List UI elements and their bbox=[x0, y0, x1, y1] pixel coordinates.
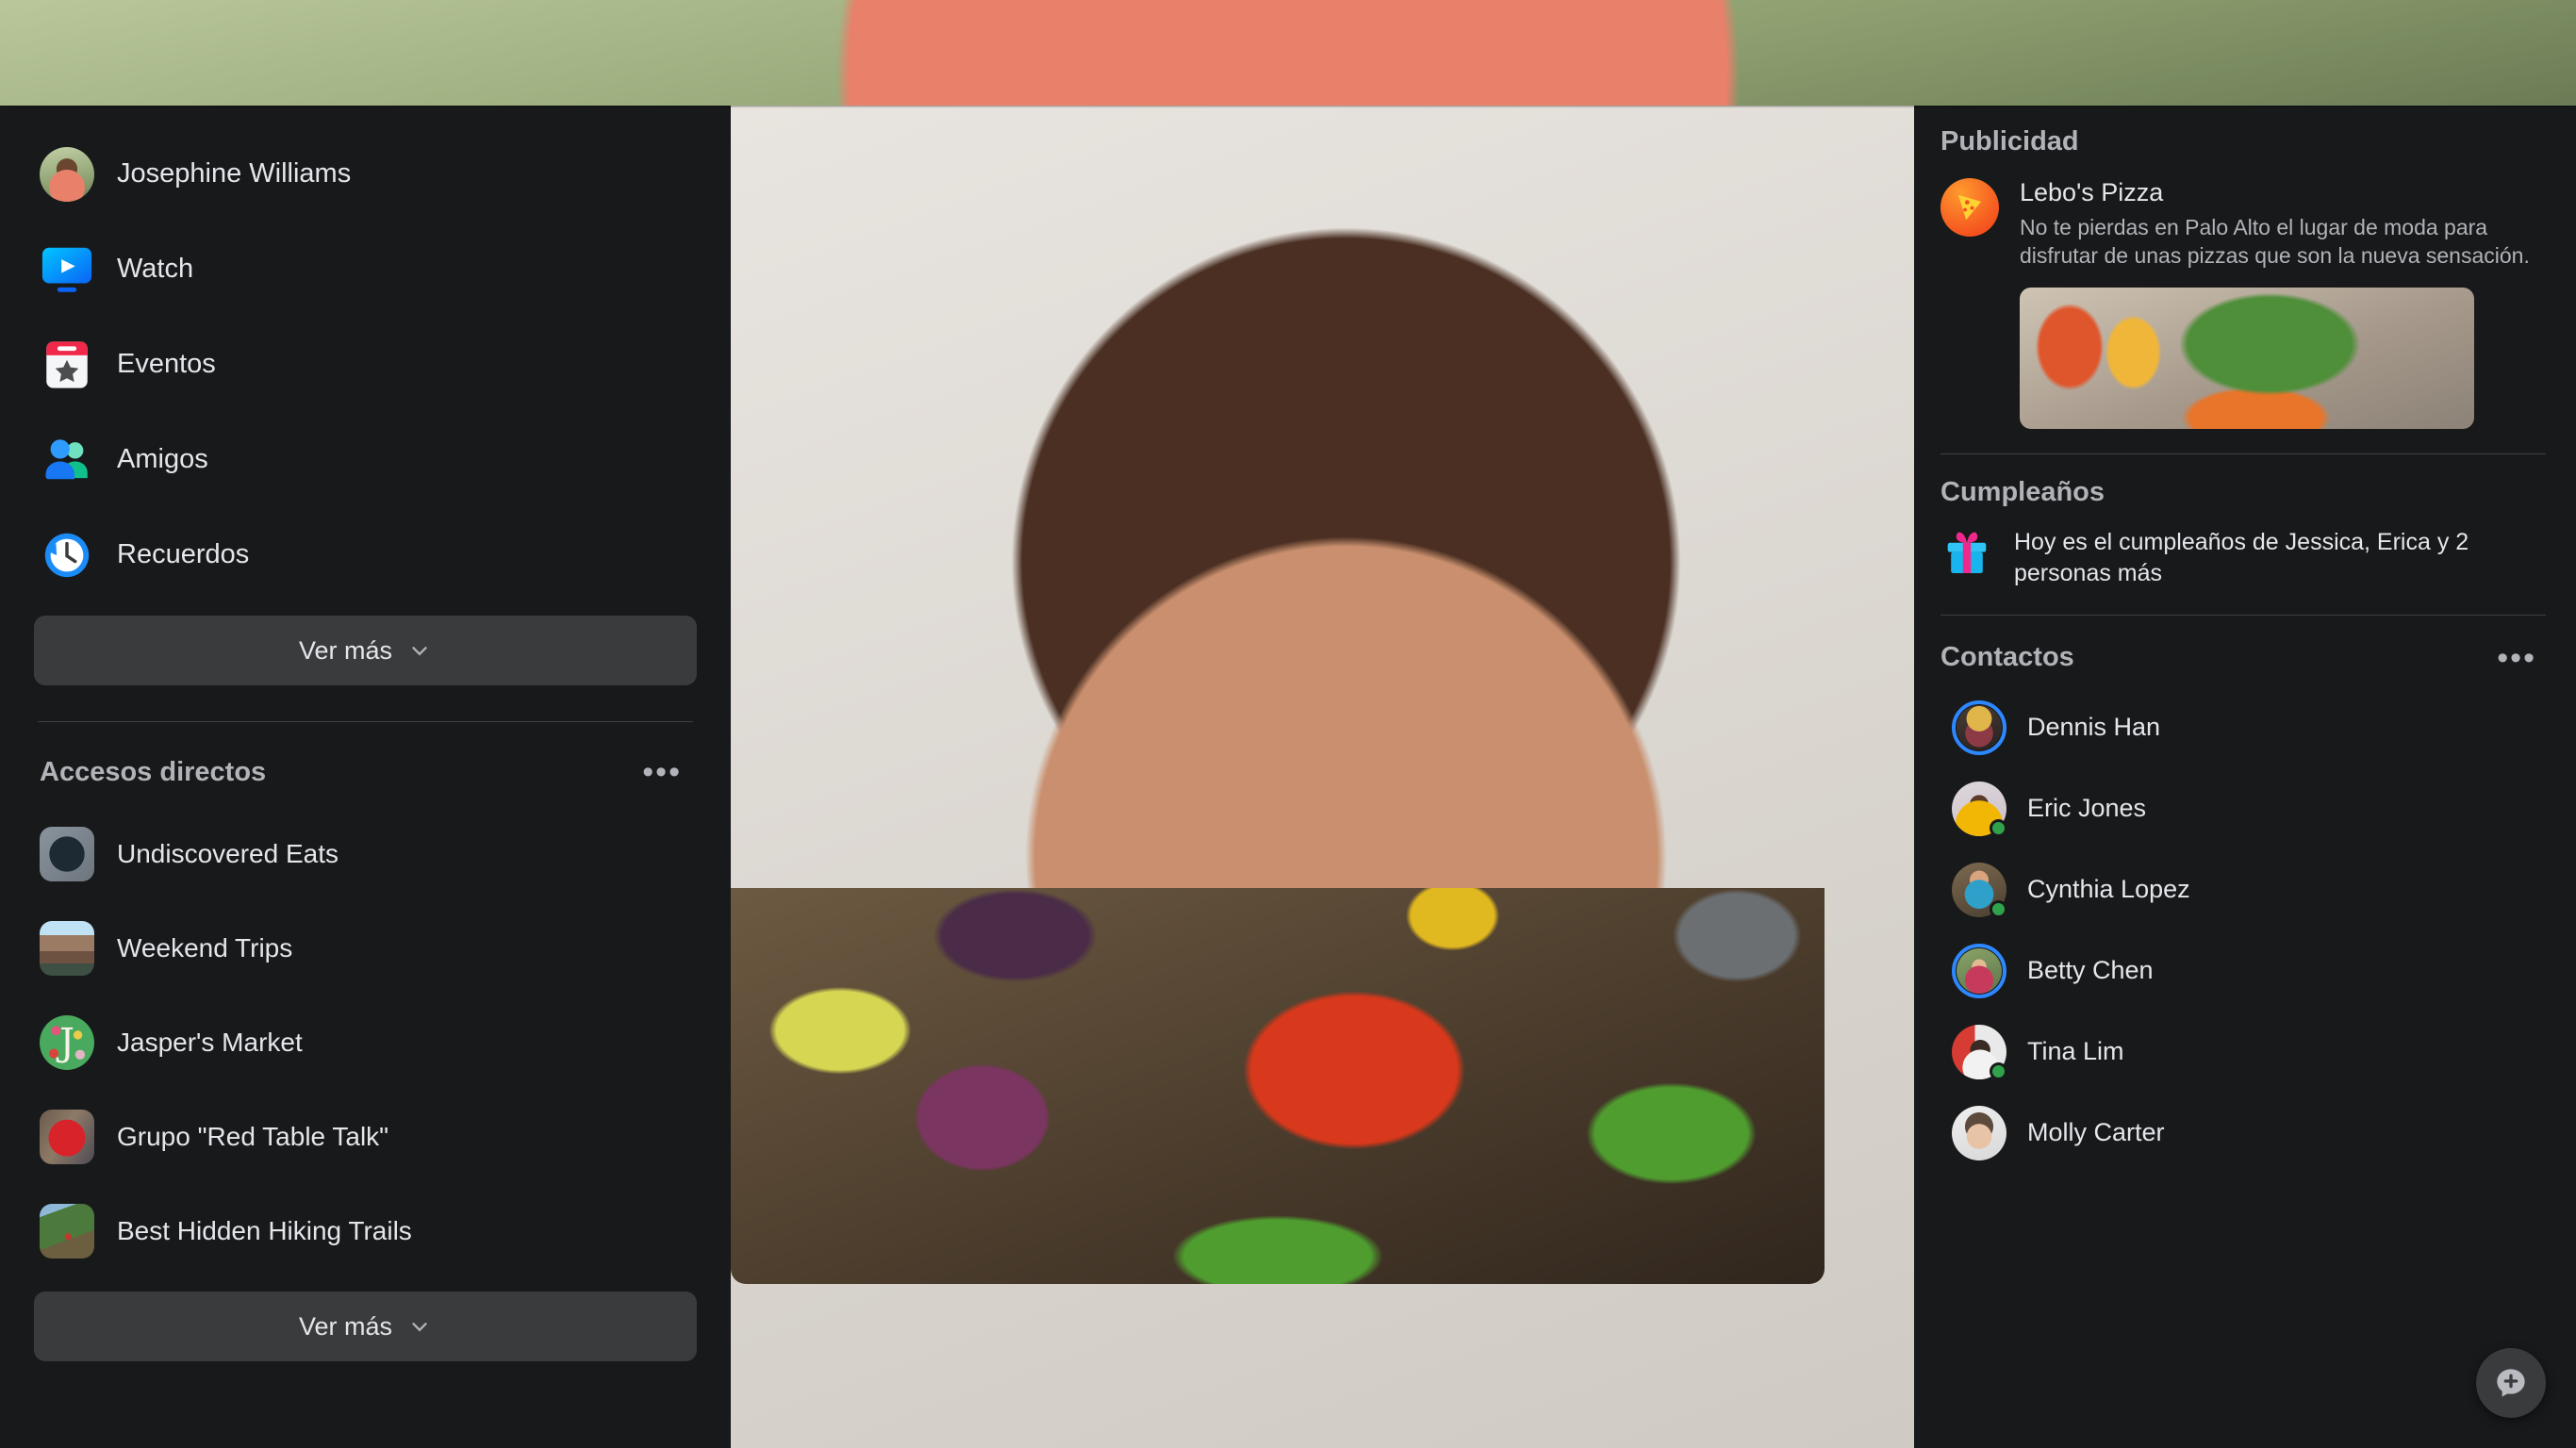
shortcut-item[interactable]: J Jasper's Market bbox=[26, 996, 704, 1090]
pizza-slice-icon bbox=[1957, 194, 1982, 221]
avatar bbox=[1952, 862, 2007, 918]
avatar[interactable] bbox=[731, 106, 1914, 1448]
feed-post: Fiona Ozeri 5 h · ••• Tiene unas rece bbox=[731, 106, 1914, 1448]
shortcuts-see-more-label: Ver más bbox=[298, 1311, 393, 1341]
ad-description: No te pierdas en Palo Alto el lugar de m… bbox=[2020, 215, 2530, 269]
contact-name: Cynthia Lopez bbox=[2027, 875, 2190, 904]
contacts-menu-button[interactable]: ••• bbox=[2487, 638, 2546, 678]
sidebar-item-watch[interactable]: Watch bbox=[26, 222, 704, 317]
left-sidebar: Josephine Williams Watch Eventos Amigos … bbox=[0, 106, 731, 1448]
ads-section-header: Publicidad bbox=[1940, 126, 2546, 157]
contact-name: Dennis Han bbox=[2027, 713, 2161, 742]
memories-icon bbox=[40, 528, 94, 583]
online-status-indicator bbox=[1990, 899, 2007, 918]
ad-image[interactable] bbox=[2020, 287, 2474, 429]
birthday-text: Hoy es el cumpleaños de Jessica, Erica y… bbox=[2014, 528, 2469, 587]
online-status-indicator bbox=[1990, 1061, 2007, 1080]
contacts-title: Contactos bbox=[1940, 642, 2074, 673]
ad-text-block: Lebo's Pizza No te pierdas en Palo Alto … bbox=[2020, 178, 2546, 271]
gift-icon bbox=[1940, 527, 1993, 580]
avatar bbox=[1952, 1105, 2006, 1160]
shortcut-thumbnail bbox=[40, 1204, 94, 1259]
shortcuts-menu-button[interactable]: ••• bbox=[633, 752, 691, 792]
shortcut-thumbnail: J bbox=[40, 1015, 94, 1070]
avatar bbox=[1952, 943, 2006, 998]
sidebar-item-profile[interactable]: Josephine Williams bbox=[26, 126, 704, 222]
right-divider bbox=[1940, 452, 2546, 454]
shortcut-label: Jasper's Market bbox=[117, 1028, 303, 1057]
top-navigation-bar: Buscar en Facebook bbox=[0, 0, 2576, 106]
shortcut-label: Weekend Trips bbox=[117, 933, 293, 963]
contact-item[interactable]: Dennis Han bbox=[1940, 687, 2546, 768]
contact-item[interactable]: Tina Lim bbox=[1940, 1012, 2546, 1093]
avatar bbox=[1952, 781, 2007, 837]
sidebar-see-more-label: Ver más bbox=[298, 635, 393, 665]
contact-item[interactable]: Eric Jones bbox=[1940, 768, 2546, 849]
ad-card[interactable]: Lebo's Pizza No te pierdas en Palo Alto … bbox=[1940, 178, 2546, 271]
contacts-section-header: Contactos ••• bbox=[1940, 638, 2546, 678]
contact-item[interactable]: Betty Chen bbox=[1940, 930, 2546, 1012]
sidebar-item-label: Watch bbox=[117, 254, 194, 284]
sidebar-item-events[interactable]: Eventos bbox=[26, 317, 704, 412]
profile-avatar bbox=[40, 146, 94, 202]
page-body: Josephine Williams Watch Eventos Amigos … bbox=[0, 106, 2576, 1448]
contacts-list: Dennis Han Eric Jones Cynthia Lopez Bett… bbox=[1940, 687, 2546, 1174]
contact-item[interactable]: Cynthia Lopez bbox=[1940, 849, 2546, 930]
new-message-button[interactable] bbox=[2476, 1348, 2546, 1418]
post-header: Fiona Ozeri 5 h · ••• bbox=[731, 106, 1914, 1448]
sidebar-item-label: Amigos bbox=[117, 444, 208, 474]
shortcut-thumbnail bbox=[40, 921, 94, 976]
shortcut-item[interactable]: Undiscovered Eats bbox=[26, 807, 704, 901]
account-profile-chip[interactable]: Josephine bbox=[0, 0, 2576, 106]
header-right-group: Josephine bbox=[0, 0, 2576, 106]
shortcuts-see-more-button[interactable]: Ver más bbox=[34, 1292, 697, 1361]
online-status-indicator bbox=[1990, 818, 2007, 837]
new-message-icon bbox=[2497, 1369, 2525, 1397]
post-image[interactable] bbox=[731, 888, 1825, 1284]
shortcut-label: Undiscovered Eats bbox=[117, 839, 339, 868]
news-feed-column: + Agregar a historia Tom Russo bbox=[731, 106, 1914, 1448]
contact-name: Eric Jones bbox=[2027, 794, 2147, 823]
advertiser-logo-icon bbox=[1940, 178, 1999, 237]
right-sidebar: Publicidad Lebo's Pizza No te pierdas en… bbox=[1914, 106, 2576, 1448]
sidebar-item-label: Josephine Williams bbox=[117, 158, 352, 189]
right-divider bbox=[1940, 614, 2546, 616]
shortcut-thumbnail bbox=[40, 1110, 94, 1164]
chevron-down-icon bbox=[412, 1323, 427, 1332]
avatar bbox=[0, 0, 2576, 106]
shortcuts-section-header: Accesos directos ••• bbox=[26, 752, 704, 792]
shortcut-label: Grupo "Red Table Talk" bbox=[117, 1122, 389, 1151]
sidebar-item-friends[interactable]: Amigos bbox=[26, 412, 704, 507]
friends-icon bbox=[40, 433, 94, 487]
sidebar-item-memories[interactable]: Recuerdos bbox=[26, 507, 704, 602]
avatar bbox=[1952, 1024, 2007, 1080]
shortcut-item[interactable]: Best Hidden Hiking Trails bbox=[26, 1184, 704, 1278]
sidebar-see-more-button[interactable]: Ver más bbox=[34, 616, 697, 685]
chevron-down-icon bbox=[412, 647, 427, 656]
shortcut-thumbnail bbox=[40, 827, 94, 881]
watch-icon bbox=[40, 242, 94, 297]
ads-title: Publicidad bbox=[1940, 126, 2079, 156]
birthdays-title: Cumpleaños bbox=[1940, 476, 2105, 507]
birthday-notice[interactable]: Hoy es el cumpleaños de Jessica, Erica y… bbox=[1940, 527, 2546, 590]
shortcut-item[interactable]: Grupo "Red Table Talk" bbox=[26, 1090, 704, 1184]
sidebar-divider bbox=[38, 721, 693, 722]
contact-name: Betty Chen bbox=[2027, 956, 2154, 985]
shortcut-item[interactable]: Weekend Trips bbox=[26, 901, 704, 996]
events-icon bbox=[40, 337, 94, 392]
shortcuts-title: Accesos directos bbox=[40, 756, 267, 787]
contact-item[interactable]: Molly Carter bbox=[1940, 1093, 2546, 1174]
contact-name: Tina Lim bbox=[2027, 1037, 2124, 1066]
avatar bbox=[1952, 699, 2006, 755]
birthdays-section-header: Cumpleaños bbox=[1940, 477, 2546, 508]
sidebar-item-label: Eventos bbox=[117, 349, 216, 379]
contact-name: Molly Carter bbox=[2027, 1118, 2165, 1147]
advertiser-name: Lebo's Pizza bbox=[2020, 178, 2164, 206]
shortcut-label: Best Hidden Hiking Trails bbox=[117, 1216, 412, 1245]
sidebar-item-label: Recuerdos bbox=[117, 539, 250, 569]
